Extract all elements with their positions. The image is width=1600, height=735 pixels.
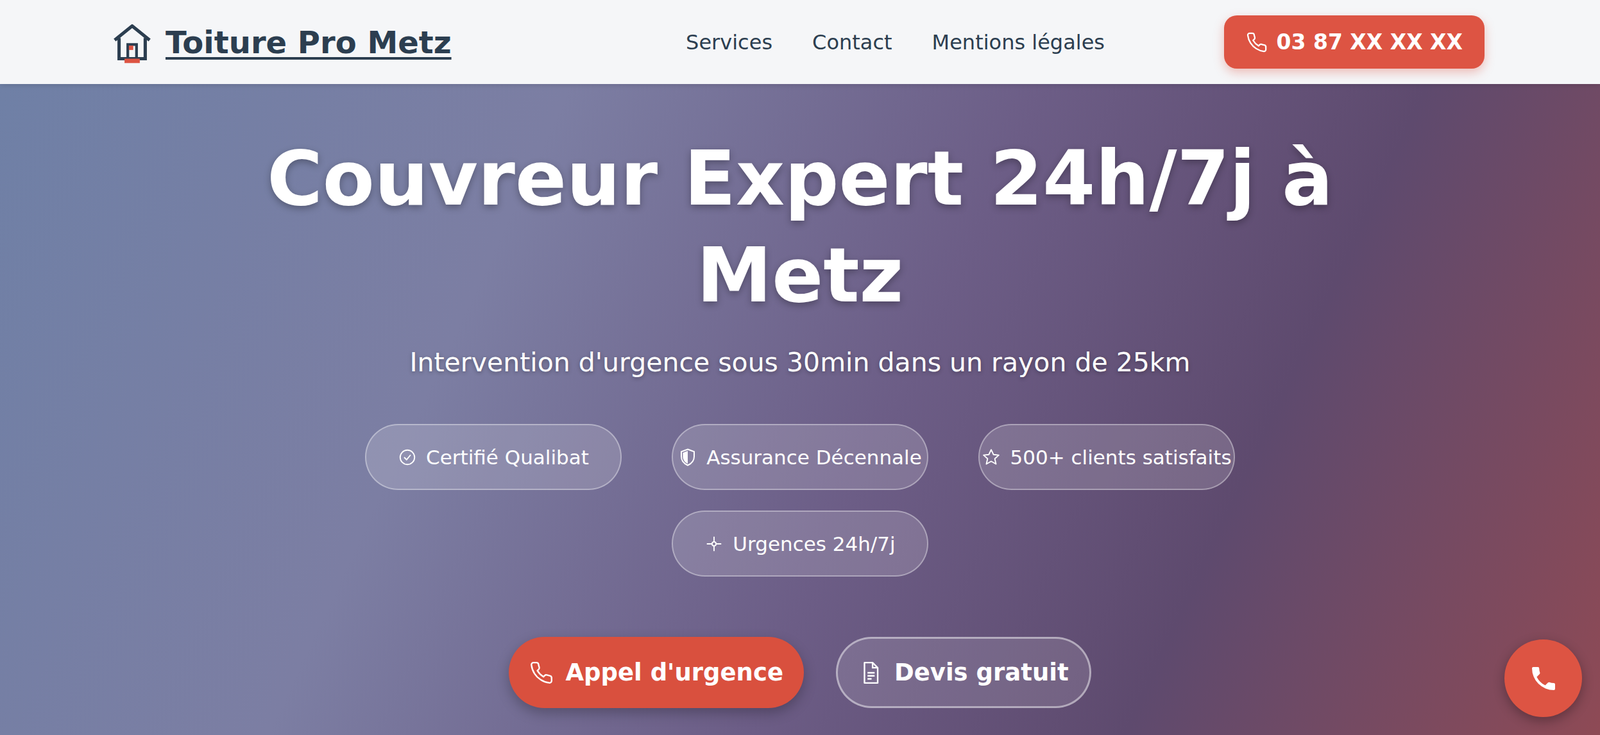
emergency-call-button[interactable]: Appel d'urgence	[508, 637, 804, 709]
phone-icon	[529, 660, 554, 686]
badge: 500+ clients satisfaits	[978, 424, 1235, 491]
shield-icon	[678, 447, 698, 468]
badge: Certifié Qualibat	[365, 424, 622, 491]
spark-icon	[704, 534, 724, 554]
logo-text: Toiture Pro Metz	[165, 24, 452, 61]
page: Toiture Pro Metz Services Contact Mentions …	[0, 0, 1600, 735]
document-icon	[858, 660, 883, 686]
hero: Couvreur Expert 24h/7j à Metz Interventio…	[0, 84, 1600, 735]
phone-button[interactable]: 03 87 XX XX XX	[1224, 15, 1485, 69]
nav-link[interactable]: Mentions légales	[932, 30, 1105, 55]
quote-button[interactable]: Devis gratuit	[835, 637, 1092, 709]
site-header: Toiture Pro Metz Services Contact Mentions …	[0, 0, 1600, 85]
nav-link[interactable]: Services	[685, 30, 773, 55]
badge: Assurance Décennale	[671, 424, 929, 491]
house-logo-icon	[110, 20, 154, 65]
nav-link[interactable]: Contact	[812, 30, 893, 55]
main-nav: Services Contact Mentions légales	[685, 30, 1105, 55]
badge-list: Certifié Qualibat Assurance Décennale 500+…	[350, 424, 1250, 577]
phone-icon	[1245, 31, 1268, 54]
badge: Urgences 24h/7j	[671, 510, 929, 577]
check-circle-icon	[397, 447, 418, 468]
cta-group: Appel d'urgence Devis gratuit	[508, 637, 1091, 709]
hero-title: Couvreur Expert 24h/7j à Metz	[222, 130, 1378, 324]
floating-call-button[interactable]	[1504, 639, 1583, 718]
star-icon	[981, 447, 1001, 468]
hero-subtitle: Intervention d'urgence sous 30min dans u…	[409, 347, 1191, 378]
phone-icon	[1528, 663, 1559, 695]
logo[interactable]: Toiture Pro Metz	[110, 20, 452, 65]
